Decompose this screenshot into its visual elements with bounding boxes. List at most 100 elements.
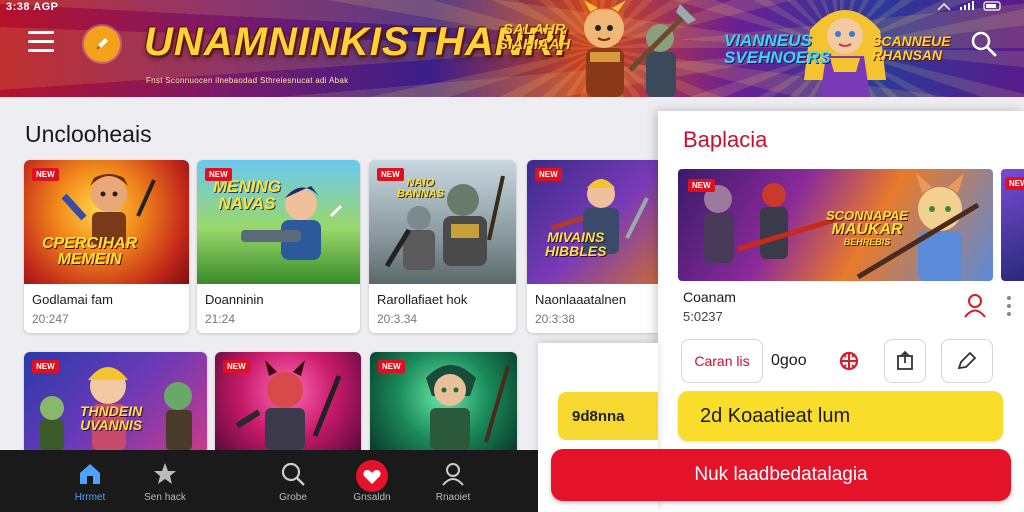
- status-time: 3:38 AGP: [6, 1, 59, 13]
- bug-icon: [839, 351, 859, 371]
- user-icon: [964, 294, 986, 318]
- more-options-button[interactable]: [1007, 296, 1013, 318]
- next-feature-peek[interactable]: NEW: [1001, 169, 1024, 281]
- status-icons: [936, 1, 1006, 14]
- card-art-line2: UVANNIS: [80, 417, 143, 433]
- section-title: Unclooheais: [25, 121, 152, 147]
- new-badge: NEW: [688, 179, 715, 192]
- app-screen: 3:38 AGP UNAMNINKISTHANR! Fnst Sconnuoce…: [0, 0, 1024, 512]
- game-card[interactable]: NEW: [370, 352, 517, 450]
- banner-badge-left-line2: SIAHIAAH: [498, 36, 571, 53]
- banner-badge-mid-line1: VIANNEUS: [724, 31, 812, 50]
- panel-game-name: Coanam: [683, 289, 736, 305]
- create-list-button[interactable]: Caran lis: [681, 339, 763, 383]
- bottom-navigation: Hrrmet Sen hack Grobe Gnsaldn Rnaoiet: [0, 450, 538, 512]
- game-card-title: Rarollafiaet hok: [377, 292, 468, 307]
- game-card-art: NEW: [215, 352, 361, 450]
- nav-item-favorites[interactable]: Sen hack: [120, 450, 210, 512]
- card-art-title: MIVAINS HIBBLES: [545, 230, 606, 258]
- new-badge: NEW: [223, 360, 250, 373]
- banner-badge-right-line1: SCANNEUE: [872, 33, 951, 49]
- game-card-time: 20:3:38: [535, 312, 576, 326]
- game-card[interactable]: NEW: [215, 352, 361, 450]
- banner-hero-illustration: [582, 0, 696, 97]
- nav-item-likes[interactable]: Gnsaldn: [327, 450, 417, 512]
- banner-badge-mid: VIANNEUS SVEHNOERS: [724, 32, 831, 66]
- nav-item-profile[interactable]: Rnaoiet: [408, 450, 498, 512]
- card-art-line1: THNDEIN: [80, 403, 143, 419]
- new-badge: NEW: [377, 168, 404, 181]
- search-icon: [281, 462, 305, 486]
- panel-title: Baplacia: [683, 127, 768, 152]
- chat-icon: [957, 351, 977, 370]
- pencil-icon: [96, 38, 108, 50]
- report-button[interactable]: [834, 345, 864, 375]
- count-label[interactable]: 0goo: [771, 352, 807, 370]
- card-art-line2: NAVAS: [218, 194, 276, 213]
- panel-game-date: 5:0237: [683, 309, 723, 324]
- banner-badge-left: SALAHR SIAHIAAH: [498, 22, 571, 52]
- comment-button[interactable]: [941, 339, 993, 383]
- signal-icon: [937, 1, 1001, 11]
- profile-icon: [442, 463, 464, 486]
- game-card[interactable]: MENING NAVAS NEW Doanninin 21:24: [197, 160, 360, 333]
- banner-badge-right: SCANNEUE RHANSAN: [872, 34, 951, 62]
- game-card[interactable]: THNDEIN UVANNIS NEW: [24, 352, 207, 450]
- card-art-title: NAIO BANNAS: [397, 178, 444, 200]
- card-art-line2: BANNAS: [397, 188, 445, 200]
- game-card-time: 20:247: [32, 312, 69, 326]
- search-button[interactable]: [970, 30, 998, 58]
- card-art-title: THNDEIN UVANNIS: [80, 404, 142, 432]
- game-card-art: CPERCIHAR MEMEIN NEW: [24, 160, 189, 284]
- follow-button[interactable]: [963, 292, 987, 318]
- primary-red-button[interactable]: Nuk laadbedatalagia: [551, 449, 1011, 501]
- nav-label: Gnsaldn: [353, 492, 391, 503]
- new-badge: NEW: [535, 168, 562, 181]
- new-badge: NEW: [32, 360, 59, 373]
- home-icon: [80, 464, 100, 484]
- menu-button[interactable]: [28, 31, 54, 53]
- card-art-line2: HIBBLES: [545, 243, 607, 259]
- new-badge: NEW: [32, 168, 59, 181]
- card-art-title: CPERCIHAR MEMEIN: [42, 236, 137, 268]
- banner-badge-mid-line2: SVEHNOERS: [724, 48, 831, 67]
- game-card-time: 21:24: [205, 312, 236, 326]
- game-card-title: Godlamai fam: [32, 292, 113, 307]
- yellow-action-button[interactable]: 2d Koaatieat lum: [678, 391, 1003, 441]
- header-banner: 3:38 AGP UNAMNINKISTHANR! Fnst Sconnuoce…: [0, 0, 1024, 97]
- new-badge: NEW: [205, 168, 232, 181]
- star-icon: [154, 463, 176, 484]
- game-card-title: Naonlaaatalnen: [535, 292, 627, 307]
- panel-art-title: SCONNAPAE MAUKAR BEHREBIS: [826, 209, 908, 247]
- game-card-art: MENING NAVAS NEW: [197, 160, 360, 284]
- warrior-illustration: [61, 174, 156, 246]
- panel-art-line3: BEHREBIS: [843, 237, 891, 247]
- card-art-line1: CPERCIHAR: [42, 235, 138, 252]
- game-card[interactable]: NAIO BANNAS NEW Rarollafiaet hok 20:3.34: [369, 160, 516, 333]
- banner-badge-right-line2: RHANSAN: [872, 47, 942, 63]
- game-card[interactable]: CPERCIHAR MEMEIN NEW Godlamai fam 20:247: [24, 160, 189, 333]
- card-art-line1: MIVAINS: [547, 229, 605, 245]
- overlay-yellow-button[interactable]: 9d8nna: [558, 392, 658, 440]
- banner-subtitle: Fnst Sconnuocen ilnebaodad Sthreiesnucat…: [146, 76, 349, 85]
- share-icon: [897, 351, 913, 370]
- nav-label: Sen hack: [144, 492, 186, 503]
- elf-archer-illustration: [426, 365, 510, 450]
- game-card-art: MIVAINS HIBBLES NEW: [527, 160, 658, 284]
- banner-badge-left-line1: SALAHR: [503, 21, 566, 38]
- nav-item-search[interactable]: Grobe: [248, 450, 338, 512]
- heart-icon: [356, 460, 388, 492]
- new-badge: NEW: [378, 360, 405, 373]
- panel-art-line2: MAUKAR: [831, 221, 903, 238]
- game-card-time: 20:3.34: [377, 312, 418, 326]
- game-card-art: THNDEIN UVANNIS NEW: [24, 352, 207, 450]
- nav-label: Grobe: [279, 492, 307, 503]
- edit-button[interactable]: [84, 26, 120, 62]
- card-art-title: MENING NAVAS: [213, 178, 281, 212]
- game-card[interactable]: MIVAINS HIBBLES NEW Naonlaaatalnen 20:3:…: [527, 160, 658, 333]
- share-button[interactable]: [884, 339, 926, 383]
- game-card-art: NAIO BANNAS NEW: [369, 160, 516, 284]
- new-badge: NEW: [1005, 177, 1024, 190]
- panel-feature-art[interactable]: SCONNAPAE MAUKAR BEHREBIS NEW: [678, 169, 993, 281]
- game-card-art: NEW: [370, 352, 517, 450]
